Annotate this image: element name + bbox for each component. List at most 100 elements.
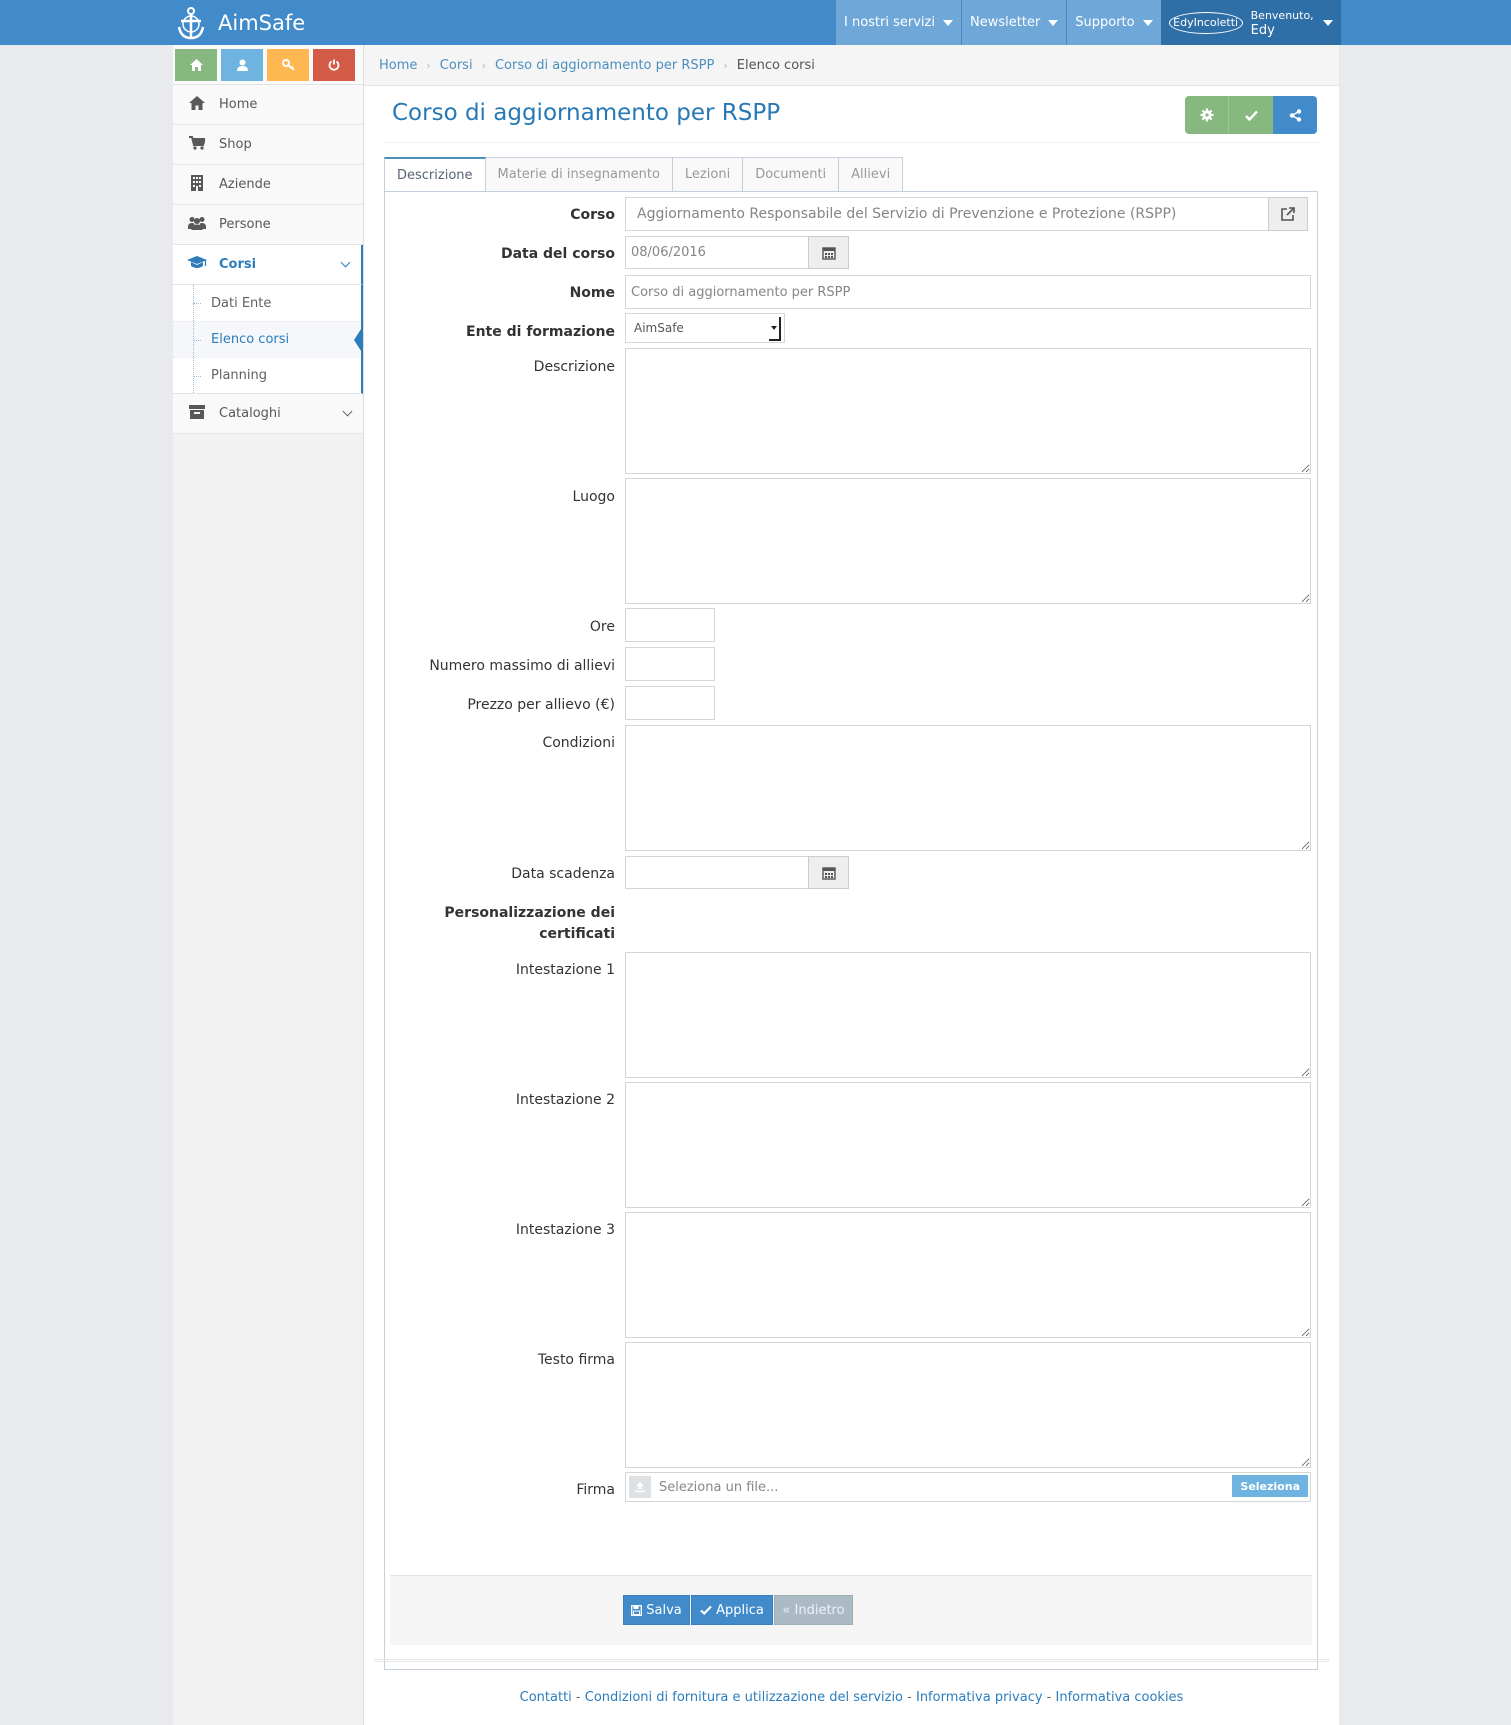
testo-firma-textarea[interactable] (625, 1342, 1311, 1468)
shortcut-home-button[interactable] (175, 48, 217, 81)
sidebar-item-label: Aziende (219, 177, 271, 192)
caret-down-icon (1322, 19, 1333, 26)
floppy-icon (631, 1604, 643, 1616)
prezzo-input[interactable] (625, 686, 715, 720)
data-corso-input[interactable]: 08/06/2016 (625, 236, 809, 269)
save-label: Salva (646, 1602, 682, 1618)
file-placeholder: Seleziona un file... (659, 1479, 779, 1495)
calendar-icon (821, 866, 836, 880)
active-indicator-icon (354, 326, 363, 354)
power-icon (328, 59, 340, 71)
sidebar-item-label: Corsi (219, 257, 257, 272)
apply-button[interactable]: Applica (691, 1595, 773, 1625)
user-menu[interactable]: EdyIncoletti Benvenuto, Edy (1160, 0, 1341, 45)
ente-select[interactable]: AimSafe (625, 313, 785, 343)
condizioni-textarea[interactable] (625, 725, 1311, 851)
confirm-button[interactable] (1229, 96, 1273, 134)
nav-newsletter[interactable]: Newsletter (960, 0, 1067, 45)
sidebar-subitem-elenco-corsi[interactable]: Elenco corsi (173, 321, 363, 357)
sidebar-item-cataloghi[interactable]: Cataloghi (173, 394, 363, 434)
sidebar-item-label: Home (219, 97, 258, 112)
footer-link-privacy[interactable]: Informativa privacy (916, 1690, 1043, 1705)
descrizione-textarea[interactable] (625, 348, 1311, 474)
footer-link-contatti[interactable]: Contatti (520, 1690, 572, 1705)
tab-documenti[interactable]: Documenti (743, 157, 840, 192)
date-picker-button[interactable] (808, 236, 849, 269)
footer: Contatti - Condizioni di fornitura e uti… (364, 1690, 1339, 1705)
top-menu: I nostri servizi Newsletter Supporto Edy… (835, 0, 1341, 45)
max-allievi-label: Numero massimo di allievi (429, 658, 615, 674)
main-content: Home › Corsi › Corso di aggiornamento pe… (364, 45, 1339, 1725)
caret-down-icon (942, 19, 953, 26)
firma-file-input[interactable]: Seleziona un file... Seleziona (625, 1472, 1311, 1502)
intestazione2-textarea[interactable] (625, 1082, 1311, 1208)
scadenza-date-picker-button[interactable] (808, 856, 849, 889)
breadcrumb-corsi[interactable]: Corsi (440, 58, 473, 73)
brand[interactable]: AimSafe (176, 0, 305, 45)
open-course-button[interactable] (1268, 197, 1308, 231)
sidebar-subitem-dati-ente[interactable]: Dati Ente (173, 285, 361, 321)
corso-field[interactable]: Aggiornamento Responsabile del Servizio … (625, 197, 1269, 231)
footer-separator: - (571, 1690, 585, 1705)
main-container: Home Shop Aziende Persone Corsi Dati Ent… (173, 45, 1339, 1725)
sidebar-item-corsi[interactable]: Corsi (173, 245, 363, 285)
cart-icon (187, 135, 207, 154)
footer-link-cookies[interactable]: Informativa cookies (1056, 1690, 1184, 1705)
check-icon (700, 1605, 712, 1615)
sidebar-item-label: Persone (219, 217, 271, 232)
shortcut-logout-button[interactable] (313, 48, 355, 81)
certificati-heading-line1: Personalizzazione dei (444, 905, 615, 921)
brand-name: AimSafe (218, 10, 306, 35)
scadenza-label: Data scadenza (511, 866, 615, 882)
corsi-submenu: Dati Ente Elenco corsi Planning (173, 285, 363, 394)
tab-allievi[interactable]: Allievi (839, 157, 904, 192)
tab-materie[interactable]: Materie di insegnamento (485, 157, 673, 192)
intestazione2-label: Intestazione 2 (515, 1092, 615, 1108)
luogo-textarea[interactable] (625, 478, 1311, 604)
user-info: Benvenuto, Edy (1251, 8, 1314, 38)
max-allievi-input[interactable] (625, 647, 715, 681)
sidebar-item-home[interactable]: Home (173, 85, 363, 125)
shortcut-user-button[interactable] (221, 48, 263, 81)
title-actions (1185, 96, 1317, 134)
footer-separator: - (1042, 1690, 1056, 1705)
nav-supporto[interactable]: Supporto (1066, 0, 1161, 45)
tab-descrizione[interactable]: Descrizione (384, 157, 486, 193)
chevron-right-icon: › (723, 58, 728, 72)
corso-label: Corso (570, 207, 615, 223)
caret-down-icon (1142, 19, 1153, 26)
sidebar-subitem-label: Planning (211, 368, 267, 383)
back-button[interactable]: « Indietro (774, 1595, 853, 1625)
form-actions: Salva Applica « Indietro (390, 1575, 1312, 1645)
footer-link-condizioni[interactable]: Condizioni di fornitura e utilizzazione … (585, 1690, 903, 1705)
nome-label: Nome (569, 285, 615, 301)
calendar-icon (821, 246, 836, 260)
share-button[interactable] (1273, 96, 1317, 134)
breadcrumb-home[interactable]: Home (379, 58, 417, 73)
breadcrumb-corso[interactable]: Corso di aggiornamento per RSPP (495, 58, 714, 73)
nome-input[interactable]: Corso di aggiornamento per RSPP (625, 275, 1311, 309)
settings-button[interactable] (1185, 96, 1229, 134)
certificati-heading-line2: certificati (539, 926, 615, 942)
tab-lezioni[interactable]: Lezioni (672, 157, 744, 192)
ore-input[interactable] (625, 608, 715, 642)
sidebar-item-persone[interactable]: Persone (173, 205, 363, 245)
footer-separator: - (903, 1690, 916, 1705)
archive-icon (187, 404, 207, 423)
intestazione1-textarea[interactable] (625, 952, 1311, 1078)
check-icon (1244, 110, 1258, 121)
sidebar-item-label: Shop (219, 137, 252, 152)
gear-icon (1200, 108, 1213, 122)
sidebar-item-shop[interactable]: Shop (173, 125, 363, 165)
top-navbar: AimSafe I nostri servizi Newsletter Supp… (0, 0, 1511, 45)
scadenza-input[interactable] (625, 856, 809, 889)
condizioni-label: Condizioni (542, 735, 615, 751)
shortcut-key-button[interactable] (267, 48, 309, 81)
building-icon (187, 174, 207, 195)
save-button[interactable]: Salva (623, 1595, 690, 1625)
sidebar-subitem-planning[interactable]: Planning (173, 357, 361, 393)
intestazione3-textarea[interactable] (625, 1212, 1311, 1338)
sidebar-item-aziende[interactable]: Aziende (173, 165, 363, 205)
select-file-button[interactable]: Seleziona (1232, 1475, 1308, 1497)
nav-servizi[interactable]: I nostri servizi (835, 0, 961, 45)
